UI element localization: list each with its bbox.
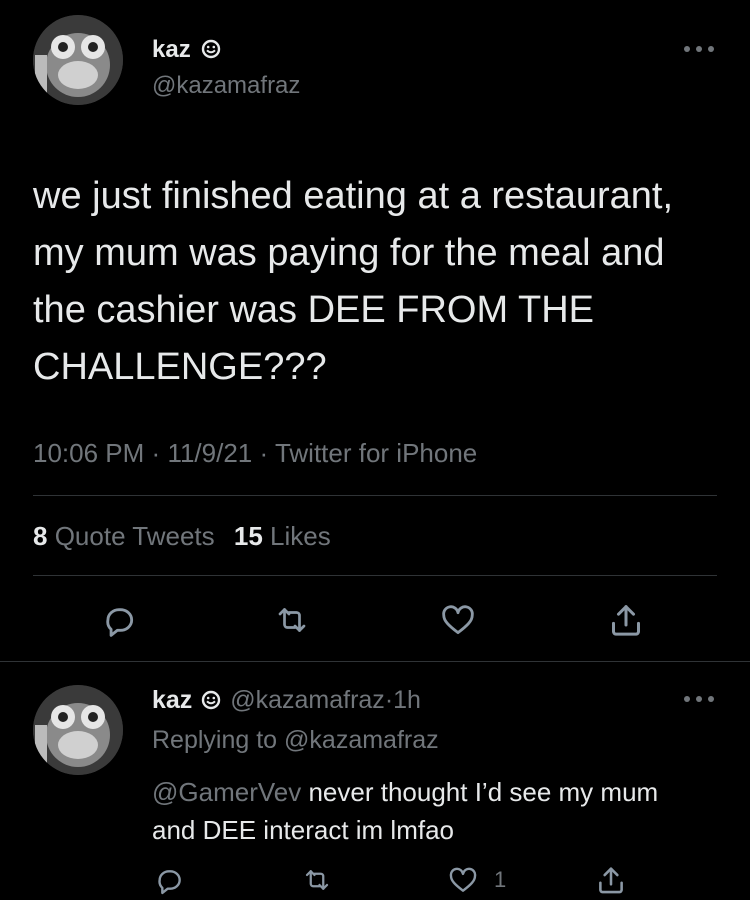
reply-author-handle[interactable]: @kazamafraz [230,686,385,714]
tweet-meta: 10:06 PM · 11/9/21 · Twitter for iPhone [33,438,477,469]
like-icon[interactable] [439,601,477,639]
author-name[interactable]: kaz [152,36,221,66]
reply-time[interactable]: 1h [393,686,421,714]
share-icon[interactable] [606,600,646,640]
avatar-monkey-image [33,685,123,775]
reply-text: @GamerVev never thought I’d see my mum a… [152,773,692,849]
divider [33,495,717,496]
reply-header: kaz @kazamafraz·1h [152,686,421,717]
likes-link[interactable]: 15 Likes [234,521,331,551]
reply-icon[interactable] [100,601,138,639]
more-icon[interactable] [682,44,716,54]
reply-retweet-icon[interactable] [300,865,334,895]
tweet-time[interactable]: 10:06 PM [33,438,144,468]
reply-mention[interactable]: @GamerVev [152,777,301,807]
tweet-date[interactable]: 11/9/21 [167,438,252,468]
like-label: Likes [270,521,331,551]
author-handle[interactable]: @kazamafraz [152,72,300,100]
avatar-monkey-image [33,15,123,105]
meta-separator: · [151,438,161,468]
reply-author-name[interactable]: kaz [152,686,192,714]
verified-badge-icon [201,688,221,717]
reply-avatar[interactable] [33,685,123,775]
replying-prefix: Replying to [152,726,278,754]
quote-tweets-link[interactable]: 8 Quote Tweets [33,521,222,551]
verified-badge-icon [201,38,221,66]
reply-share-icon[interactable] [594,863,628,897]
reply-reply-icon[interactable] [153,864,185,896]
like-count: 15 [233,521,263,551]
reply-separator: · [384,686,394,714]
meta-separator: · [259,438,269,468]
tweet-source[interactable]: Twitter for iPhone [275,438,477,468]
avatar[interactable] [33,15,123,105]
reply-like-count: 1 [494,867,507,892]
author-name-text[interactable]: kaz [152,36,191,63]
reply-more-icon[interactable] [682,694,716,704]
quote-count: 8 [33,521,48,551]
quote-label: Quote Tweets [54,521,215,551]
retweet-icon[interactable] [272,602,312,638]
tweet-text: we just finished eating at a restaurant,… [33,175,674,388]
divider [33,575,717,576]
replying-to-handle[interactable]: @kazamafraz [284,726,439,754]
reply-like-icon[interactable] [447,864,479,896]
tweet-stats: 8 Quote Tweets 15 Likes [33,521,331,552]
replying-to: Replying to @kazamafraz [152,726,439,755]
divider [0,661,750,662]
